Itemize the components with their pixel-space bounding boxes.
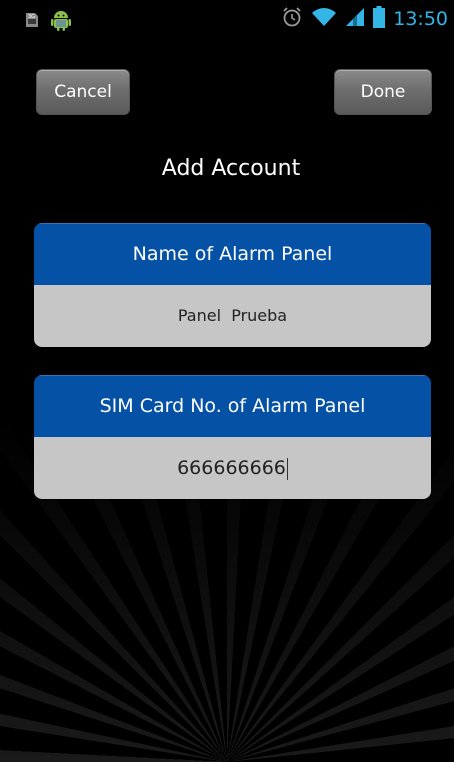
battery-icon [373,6,386,32]
app-screen: 3G 13:50 Cancel Done Add Account Name of… [0,0,454,762]
alarm-clock-icon [281,6,303,32]
signal-icon [345,7,365,31]
sim-number-card: SIM Card No. of Alarm Panel 666666666 [34,375,431,499]
status-bar-notifications: 3G [24,8,72,36]
clock-time: 13:50 [393,8,448,30]
panel-name-input[interactable]: Panel Prueba [34,285,431,347]
android-icon [50,8,72,36]
svg-text:3G: 3G [28,14,35,20]
wifi-icon [311,6,337,32]
page-title: Add Account [161,156,301,181]
done-button[interactable]: Done [334,69,432,115]
sim-number-label: SIM Card No. of Alarm Panel [34,375,431,437]
sim-number-value: 666666666 [177,457,286,479]
cancel-button[interactable]: Cancel [36,69,130,115]
text-cursor [286,457,288,480]
panel-name-label: Name of Alarm Panel [34,223,431,285]
sim-icon: 3G [24,12,40,32]
panel-name-value: Panel Prueba [177,306,288,325]
status-bar: 3G 13:50 [0,0,454,38]
sim-number-input[interactable]: 666666666 [34,437,431,499]
status-bar-system: 13:50 [281,6,448,32]
panel-name-card: Name of Alarm Panel Panel Prueba [34,223,431,347]
